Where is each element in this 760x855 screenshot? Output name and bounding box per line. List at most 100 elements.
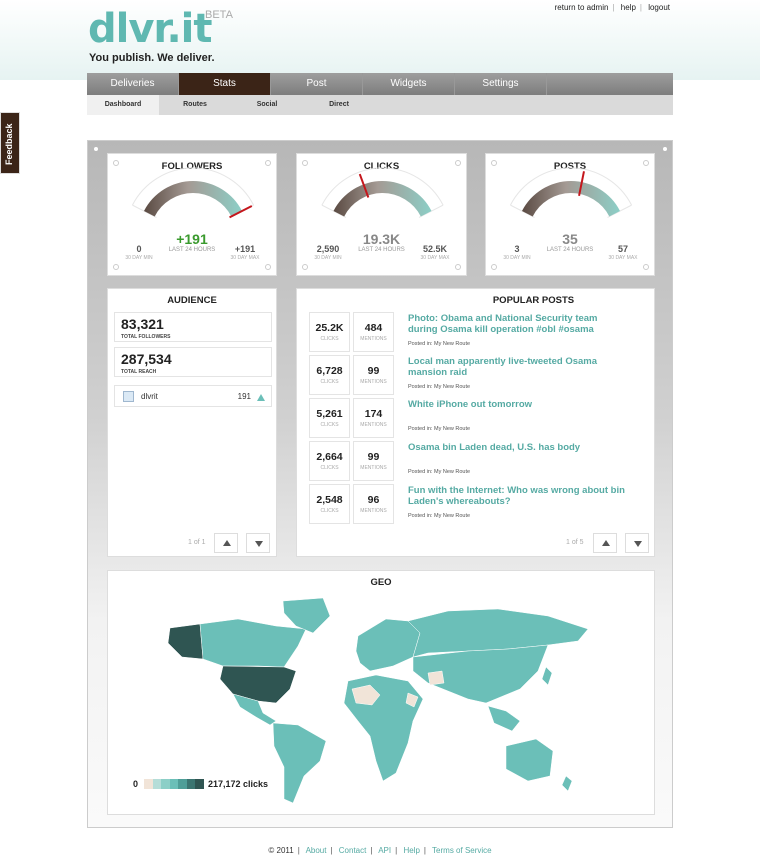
- help-link[interactable]: help: [621, 3, 636, 12]
- audience-prev-button[interactable]: [214, 533, 238, 553]
- audience-pager: 1 of 1: [188, 539, 206, 546]
- post-title-link[interactable]: Osama bin Laden dead, U.S. has body: [408, 442, 628, 453]
- post-clicks: 2,548: [316, 494, 343, 506]
- logout-link[interactable]: logout: [648, 3, 670, 12]
- post-clicks: 6,728: [316, 365, 343, 377]
- footer-contact-link[interactable]: Contact: [339, 846, 367, 855]
- tab-deliveries[interactable]: Deliveries: [87, 73, 179, 95]
- post-title-link[interactable]: Fun with the Internet: Who was wrong abo…: [408, 485, 628, 507]
- post-clicks-box: 25.2K CLICKS: [309, 312, 350, 352]
- post-title-link[interactable]: Photo: Obama and National Security team …: [408, 313, 628, 335]
- post-row: 5,261 CLICKS 174 MENTIONS White iPhone out t…: [309, 398, 639, 440]
- subtab-dashboard[interactable]: Dashboard: [87, 95, 159, 115]
- post-mentions: 484: [364, 322, 383, 334]
- post-clicks-box: 5,261 CLICKS: [309, 398, 350, 438]
- audience-next-button[interactable]: [246, 533, 270, 553]
- post-clicks: 5,261: [316, 408, 343, 420]
- region-south-america: [272, 722, 327, 804]
- post-mentions-label: MENTIONS: [360, 336, 387, 342]
- post-meta: Posted in: My New Route: [408, 426, 471, 432]
- post-clicks-label: CLICKS: [320, 422, 339, 428]
- clicks-max-label: 30 DAY MAX: [420, 255, 450, 261]
- post-clicks-box: 2,664 CLICKS: [309, 441, 350, 481]
- legend-swatch: [161, 779, 170, 789]
- arrow-down-icon: [255, 541, 263, 547]
- region-japan: [541, 666, 553, 686]
- feedback-tab[interactable]: Feedback: [0, 112, 20, 174]
- subtab-routes[interactable]: Routes: [159, 95, 231, 115]
- region-alaska: [167, 623, 204, 660]
- return-to-admin-link[interactable]: return to admin: [555, 3, 609, 12]
- post-mentions: 96: [367, 494, 380, 506]
- account-name: dlvrit: [141, 392, 158, 401]
- footer-terms-link[interactable]: Terms of Service: [432, 846, 492, 855]
- post-mentions-label: MENTIONS: [360, 422, 387, 428]
- post-clicks-label: CLICKS: [320, 379, 339, 385]
- post-mentions-box: 99 MENTIONS: [353, 355, 394, 395]
- dashboard-panel: FOLLOWERS +191 LAST 24 HOURS 0 30 DAY MIN…: [87, 140, 673, 828]
- post-mentions-label: MENTIONS: [360, 508, 387, 514]
- total-followers-label: TOTAL FOLLOWERS: [121, 334, 171, 340]
- followers-min: 0: [136, 244, 142, 254]
- post-row: 2,548 CLICKS 96 MENTIONS Fun with the Intern…: [309, 484, 639, 526]
- logo[interactable]: dlvr.it: [88, 6, 212, 52]
- post-row: 6,728 CLICKS 99 MENTIONS Local man apparentl…: [309, 355, 639, 397]
- posts-min: 3: [514, 244, 520, 254]
- region-usa: [219, 665, 297, 704]
- region-se-asia: [487, 705, 521, 732]
- post-title-link[interactable]: Local man apparently live-tweeted Osama …: [408, 356, 628, 378]
- total-followers-value: 83,321: [121, 316, 164, 332]
- post-meta: Posted in: My New Route: [408, 384, 471, 390]
- post-mentions-label: MENTIONS: [360, 379, 387, 385]
- post-title-link[interactable]: White iPhone out tomorrow: [408, 399, 628, 410]
- arrow-down-icon: [634, 541, 642, 547]
- post-clicks: 25.2K: [315, 322, 344, 334]
- subtab-social[interactable]: Social: [231, 95, 303, 115]
- account-row[interactable]: dlvrit 191: [114, 385, 272, 407]
- region-canada: [199, 618, 307, 668]
- post-clicks-label: CLICKS: [320, 465, 339, 471]
- gauge-band: [521, 181, 621, 217]
- legend-swatch: [178, 779, 187, 789]
- audience-title: AUDIENCE: [167, 295, 217, 306]
- total-reach-box: 287,534 TOTAL REACH: [114, 347, 272, 377]
- footer-about-link[interactable]: About: [306, 846, 327, 855]
- total-reach-label: TOTAL REACH: [121, 369, 157, 375]
- posts-prev-button[interactable]: [593, 533, 617, 553]
- clicks-min-label: 30 DAY MIN: [314, 255, 342, 261]
- gauge-band: [333, 181, 432, 217]
- popular-posts-title: POPULAR POSTS: [492, 295, 575, 306]
- post-row: 25.2K CLICKS 484 MENTIONS Photo: Obama and N…: [309, 312, 639, 354]
- account-count: 191: [237, 392, 251, 401]
- clicks-max: 52.5K: [422, 244, 448, 254]
- post-mentions: 99: [367, 365, 380, 377]
- footer: © 2011 | About | Contact | API | Help | Terms…: [268, 846, 492, 855]
- copyright: © 2011: [268, 846, 294, 855]
- region-europe: [355, 618, 421, 672]
- region-australia: [505, 738, 554, 782]
- clicks-min: 2,590: [316, 244, 340, 254]
- followers-max: +191: [234, 244, 256, 254]
- legend-swatch: [144, 779, 153, 789]
- posts-max-label: 30 DAY MAX: [608, 255, 638, 261]
- post-clicks-box: 6,728 CLICKS: [309, 355, 350, 395]
- post-mentions-box: 484 MENTIONS: [353, 312, 394, 352]
- footer-help-link[interactable]: Help: [403, 846, 419, 855]
- geo-card: GEO 0 217,172 clicks: [107, 570, 655, 815]
- posts-next-button[interactable]: [625, 533, 649, 553]
- post-clicks-label: CLICKS: [320, 508, 339, 514]
- geo-legend-min: 0: [133, 779, 139, 789]
- subtab-direct[interactable]: Direct: [303, 95, 375, 115]
- tab-stats[interactable]: Stats: [179, 73, 271, 95]
- footer-api-link[interactable]: API: [378, 846, 391, 855]
- followers-min-label: 30 DAY MIN: [125, 255, 153, 261]
- tab-post[interactable]: Post: [271, 73, 363, 95]
- top-links: return to admin | help | logout: [554, 3, 670, 12]
- posts-min-label: 30 DAY MIN: [503, 255, 531, 261]
- tab-widgets[interactable]: Widgets: [363, 73, 455, 95]
- post-mentions-box: 99 MENTIONS: [353, 441, 394, 481]
- geo-legend-max: 217,172 clicks: [208, 779, 269, 789]
- arrow-up-icon: [223, 540, 231, 546]
- post-meta: Posted in: My New Route: [408, 469, 471, 475]
- tab-settings[interactable]: Settings: [455, 73, 547, 95]
